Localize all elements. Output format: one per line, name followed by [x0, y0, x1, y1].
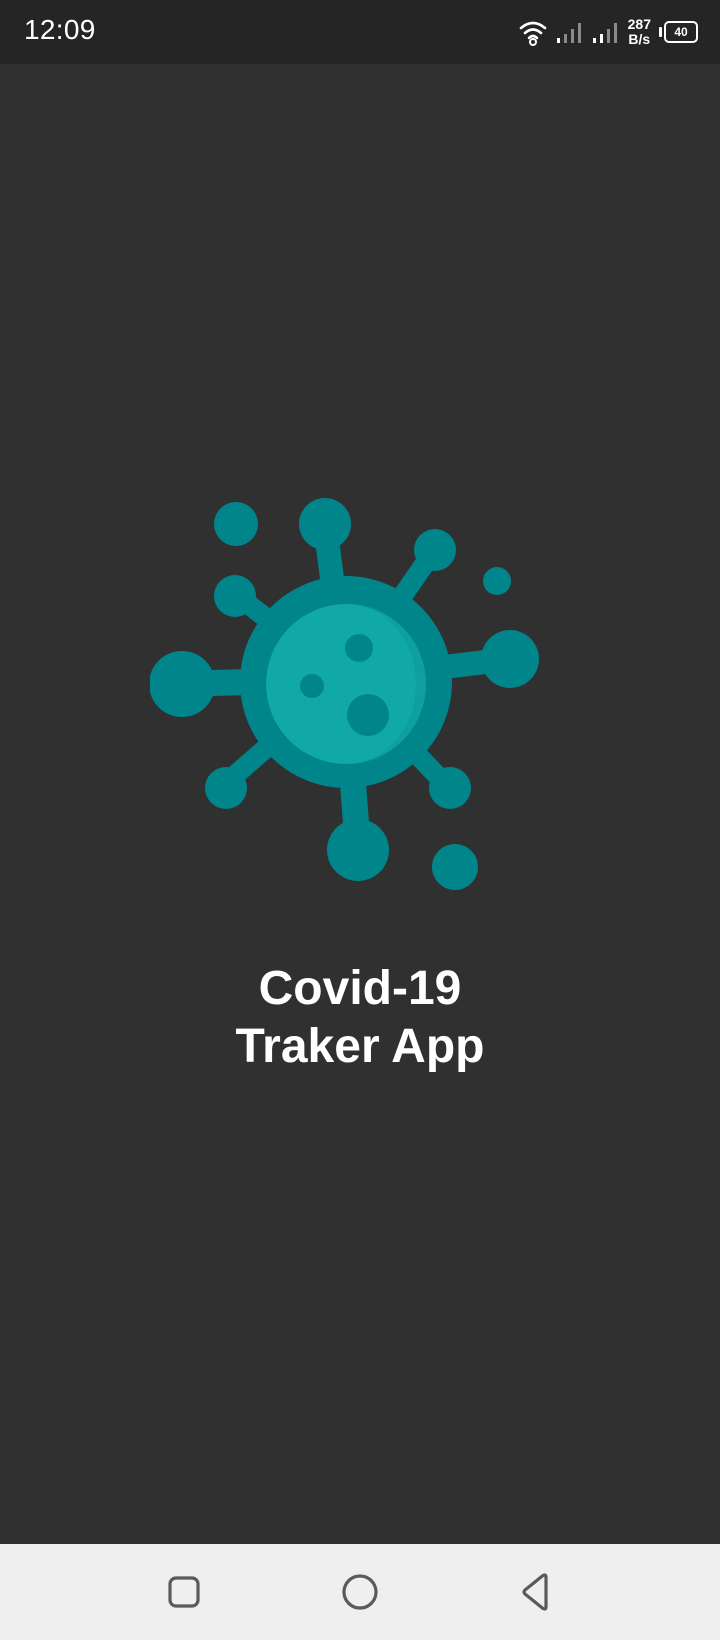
- battery-level: 40: [664, 21, 698, 43]
- wifi-icon: [519, 21, 546, 46]
- app-title: Covid-19 Traker App: [0, 960, 720, 1076]
- splash-screen: 12:09 287 B/s 40 Covid-19 Traker App: [0, 0, 720, 1640]
- battery-icon: 40: [659, 21, 698, 43]
- battery-tip: [659, 27, 662, 37]
- recents-button[interactable]: [158, 1566, 210, 1618]
- home-icon: [342, 1574, 378, 1610]
- network-speed-value: 287: [627, 16, 651, 32]
- status-bar: 12:09 287 B/s 40: [0, 0, 720, 64]
- back-button[interactable]: [510, 1566, 562, 1618]
- network-speed: 287 B/s: [628, 17, 651, 47]
- signal-icon: [592, 23, 617, 43]
- recents-icon: [168, 1576, 200, 1608]
- status-icons: 287 B/s 40: [518, 14, 698, 50]
- back-icon: [522, 1573, 548, 1611]
- virus-icon: [150, 498, 539, 890]
- app-title-line2: Traker App: [235, 1020, 485, 1073]
- navigation-bar: [0, 1544, 720, 1640]
- signal-icon: [556, 23, 581, 43]
- splash-content: Covid-19 Traker App: [0, 64, 720, 1544]
- network-speed-unit: B/s: [628, 31, 651, 47]
- status-time: 12:09: [24, 14, 96, 45]
- app-title-line1: Covid-19: [258, 962, 462, 1015]
- home-button[interactable]: [334, 1566, 386, 1618]
